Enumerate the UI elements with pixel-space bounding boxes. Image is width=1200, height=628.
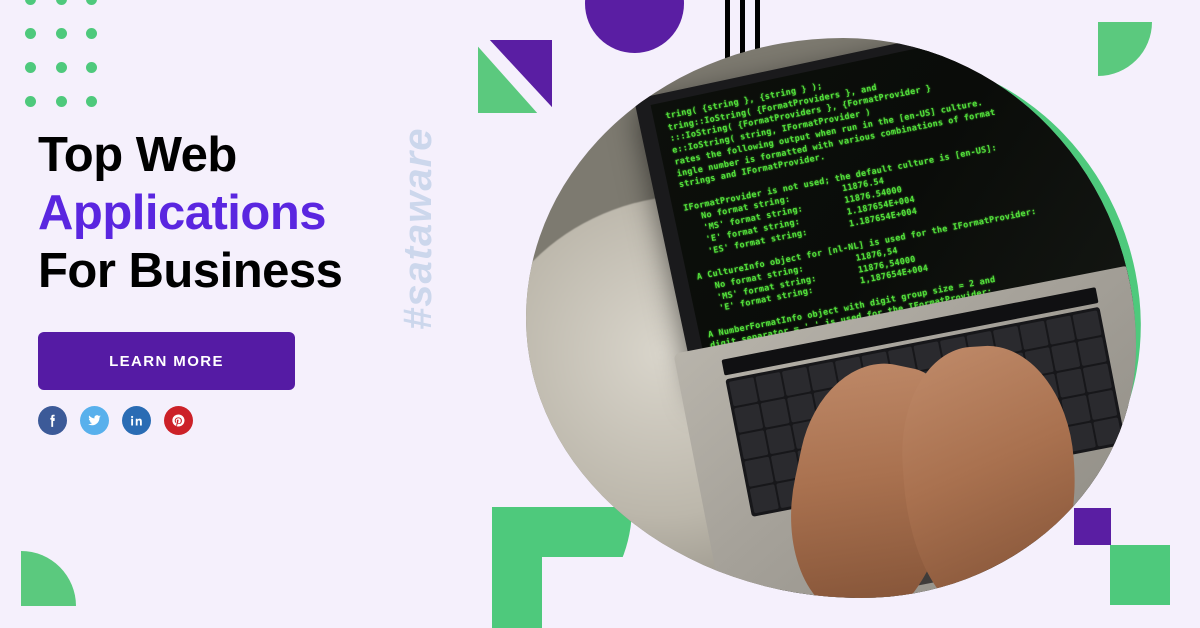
laptop-photo: tring( {string }, {string } ); tring::Io… [526,38,1136,598]
key [744,456,774,487]
dot [55,96,67,107]
dot [55,0,67,5]
key [760,398,790,428]
social-links [38,406,458,435]
headline-line-2-accent: Applications [38,186,327,240]
copy-block: Top Web Applications For Business LEARN … [38,126,458,435]
key [734,403,764,433]
key [1055,368,1086,398]
dot [55,62,67,73]
dot [25,0,36,5]
key [1045,315,1075,345]
key [1092,416,1122,447]
photo-inner: tring( {string }, {string } ); tring::Io… [526,38,1136,598]
headline-line-1: Top Web [38,128,237,182]
key [765,424,795,455]
quarter-circle-bottom-left [21,551,76,606]
key [755,371,785,402]
dot [25,96,36,107]
key [1050,341,1080,372]
key [1076,336,1107,367]
learn-more-button[interactable]: LEARN MORE [38,332,295,390]
dot [86,96,97,107]
key [739,430,769,460]
key [781,366,811,396]
key [728,376,759,407]
hero-photo-area: tring( {string }, {string } ); tring::Io… [500,29,1200,628]
dot [25,62,36,73]
pinterest-icon[interactable] [164,406,193,435]
linkedin-icon[interactable] [122,406,151,435]
dot [86,28,97,39]
key [1082,363,1112,393]
dot [86,62,97,73]
key [1071,310,1102,340]
dot-grid-decoration [25,0,105,114]
dot [55,28,67,39]
brand-hashtag: #sataware [396,127,440,330]
key [1019,320,1049,350]
facebook-icon[interactable] [38,406,67,435]
promo-banner: tring( {string }, {string } ); tring::Io… [0,0,1200,628]
dot [25,28,36,39]
twitter-icon[interactable] [80,406,109,435]
headline-line-3: For Business [38,244,343,298]
dot [86,0,97,5]
page-title: Top Web Applications For Business [38,126,458,300]
key [749,483,779,513]
key [1087,390,1117,420]
